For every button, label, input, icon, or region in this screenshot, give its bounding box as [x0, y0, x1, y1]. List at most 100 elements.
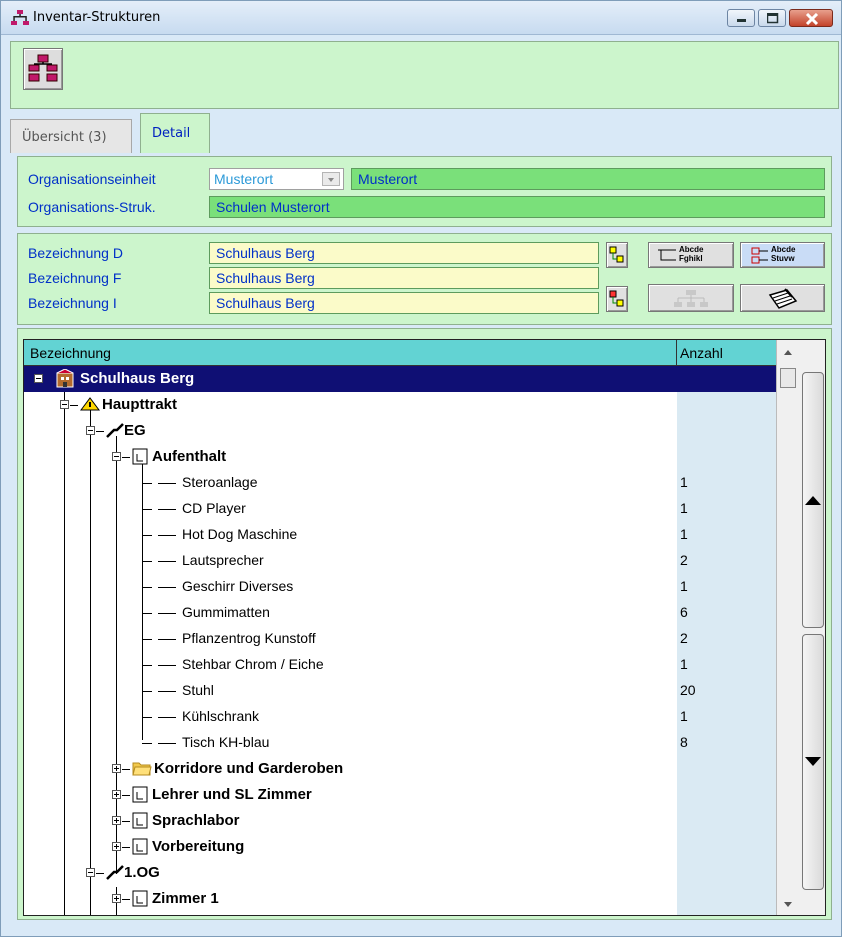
org-struct-field[interactable]: Schulen Musterort — [209, 196, 825, 218]
collapse-icon[interactable] — [34, 374, 43, 383]
maximize-button[interactable] — [758, 9, 786, 27]
tree-row-label: Pflanzentrog Kunstoff — [182, 630, 316, 646]
tree-line — [158, 587, 176, 588]
close-button[interactable] — [789, 9, 833, 27]
collapse-icon[interactable] — [86, 426, 95, 435]
tree-row[interactable]: 1.OG — [24, 860, 776, 886]
tree-row-label: Lehrer und SL Zimmer — [152, 786, 312, 803]
tree-row-label: Sprachlabor — [152, 812, 240, 829]
tree-row-count: 1 — [680, 708, 688, 724]
tab-detail[interactable]: Detail — [140, 113, 210, 153]
designation-i-field[interactable]: Schulhaus Berg — [209, 292, 599, 314]
designation-f-field[interactable]: Schulhaus Berg — [209, 267, 599, 289]
room-icon — [132, 838, 148, 855]
tree-row[interactable]: CD Player 1 — [24, 496, 776, 522]
tree-row-label: Haupttrakt — [102, 396, 178, 413]
tree-row[interactable]: Aufenthalt — [24, 444, 776, 470]
maximize-icon — [767, 13, 779, 24]
tree-row[interactable]: Kühlschrank 1 — [24, 704, 776, 730]
folder-icon — [132, 762, 152, 776]
tab-overview[interactable]: Übersicht (3) — [10, 119, 132, 153]
tree-line — [158, 639, 176, 640]
tree-row[interactable]: Stehbar Chrom / Eiche 1 — [24, 652, 776, 678]
edit-document-button[interactable] — [740, 284, 825, 312]
building-icon — [56, 369, 74, 388]
column-header-name[interactable]: Bezeichnung — [30, 345, 111, 361]
add-child-node-icon — [609, 290, 624, 307]
dropdown-button[interactable] — [322, 172, 340, 186]
tree-line — [70, 405, 78, 406]
tree-row-label: 1.OG — [124, 864, 160, 881]
expand-icon[interactable] — [112, 894, 121, 903]
tree-row[interactable]: Pflanzentrog Kunstoff 2 — [24, 626, 776, 652]
tree-header: Bezeichnung Anzahl — [24, 340, 776, 366]
expand-icon[interactable] — [112, 764, 121, 773]
collapse-icon[interactable] — [112, 452, 121, 461]
tree-row[interactable]: Zimmer 1 — [24, 886, 776, 912]
org-unit-field[interactable]: Musterort — [351, 168, 825, 190]
tree-row[interactable]: Haupttrakt — [24, 392, 776, 418]
tree-row[interactable]: Schulhaus Berg — [24, 366, 776, 392]
designation-i-label: Bezeichnung I — [28, 295, 117, 311]
tree-row-label: Aufenthalt — [152, 448, 227, 465]
collapse-icon[interactable] — [86, 868, 95, 877]
tree-row[interactable]: Vorbereitung — [24, 834, 776, 860]
tree-line — [142, 691, 152, 692]
expand-icon[interactable] — [112, 842, 121, 851]
tree-row[interactable]: Steroanlage 1 — [24, 470, 776, 496]
collapse-icon[interactable] — [60, 400, 69, 409]
org-chart-disabled-icon — [674, 290, 708, 307]
column-separator — [676, 340, 677, 366]
column-header-count[interactable]: Anzahl — [680, 345, 723, 361]
expand-icon[interactable] — [112, 816, 121, 825]
org-chart-icon — [28, 54, 58, 82]
expand-icon[interactable] — [112, 790, 121, 799]
tree-line — [96, 873, 104, 874]
tree-row[interactable]: EG — [24, 418, 776, 444]
tree-row[interactable]: Sprachlabor — [24, 808, 776, 834]
warning-tent-icon — [80, 397, 100, 411]
stairs-icon — [106, 865, 124, 880]
tree-row-count: 2 — [680, 630, 688, 646]
tree-row-label: Schulhaus Berg — [80, 370, 195, 387]
tree-row[interactable]: Hot Dog Maschine 1 — [24, 522, 776, 548]
format-stuvw-button[interactable]: Abcde Stuvw — [740, 242, 825, 268]
inventory-tree[interactable]: Bezeichnung Anzahl Schulhaus Berg Hauptt… — [23, 339, 826, 916]
tree-line — [158, 665, 176, 666]
vertical-scrollbar[interactable] — [776, 340, 825, 915]
page-up-button[interactable] — [802, 372, 824, 628]
scroll-thumb[interactable] — [780, 368, 796, 388]
window-title: Inventar-Strukturen — [33, 10, 161, 25]
node-format-icon — [751, 247, 768, 264]
page-down-button[interactable] — [802, 634, 824, 890]
scroll-up-icon[interactable] — [778, 344, 798, 362]
tree-row[interactable]: Lautsprecher 2 — [24, 548, 776, 574]
minimize-button[interactable] — [727, 9, 755, 27]
app-window: Inventar-Strukturen Übersicht (3) Detail — [0, 0, 842, 937]
tree-row[interactable]: Stuhl 20 — [24, 678, 776, 704]
org-structure-button[interactable] — [23, 48, 63, 90]
tree-row-label: Lautsprecher — [182, 552, 264, 568]
tree-row[interactable]: Gummimatten 6 — [24, 600, 776, 626]
org-unit-combo[interactable]: Musterort — [209, 168, 344, 190]
tree-row[interactable]: Korridore und Garderoben — [24, 756, 776, 782]
tree-line — [158, 509, 176, 510]
tree-row-label: CD Player — [182, 500, 246, 516]
org-chart-view-button[interactable] — [648, 284, 734, 312]
format-fghikl-button[interactable]: Abcde Fghikl — [648, 242, 734, 268]
room-icon — [132, 786, 148, 803]
add-child-button[interactable] — [606, 286, 628, 312]
scroll-down-icon[interactable] — [778, 895, 798, 913]
tree-row-label: Vorbereitung — [152, 838, 245, 855]
tree-row[interactable]: Tisch KH-blau 8 — [24, 730, 776, 756]
tree-row[interactable]: Lehrer und SL Zimmer — [24, 782, 776, 808]
tree-row[interactable]: Geschirr Diverses 1 — [24, 574, 776, 600]
tree-line — [158, 717, 176, 718]
close-icon — [805, 13, 819, 25]
tree-line — [122, 899, 130, 900]
tree-line — [142, 587, 152, 588]
add-sibling-button[interactable] — [606, 242, 628, 268]
stairs-icon — [106, 423, 124, 438]
tree-line — [142, 743, 152, 744]
designation-d-field[interactable]: Schulhaus Berg — [209, 242, 599, 264]
